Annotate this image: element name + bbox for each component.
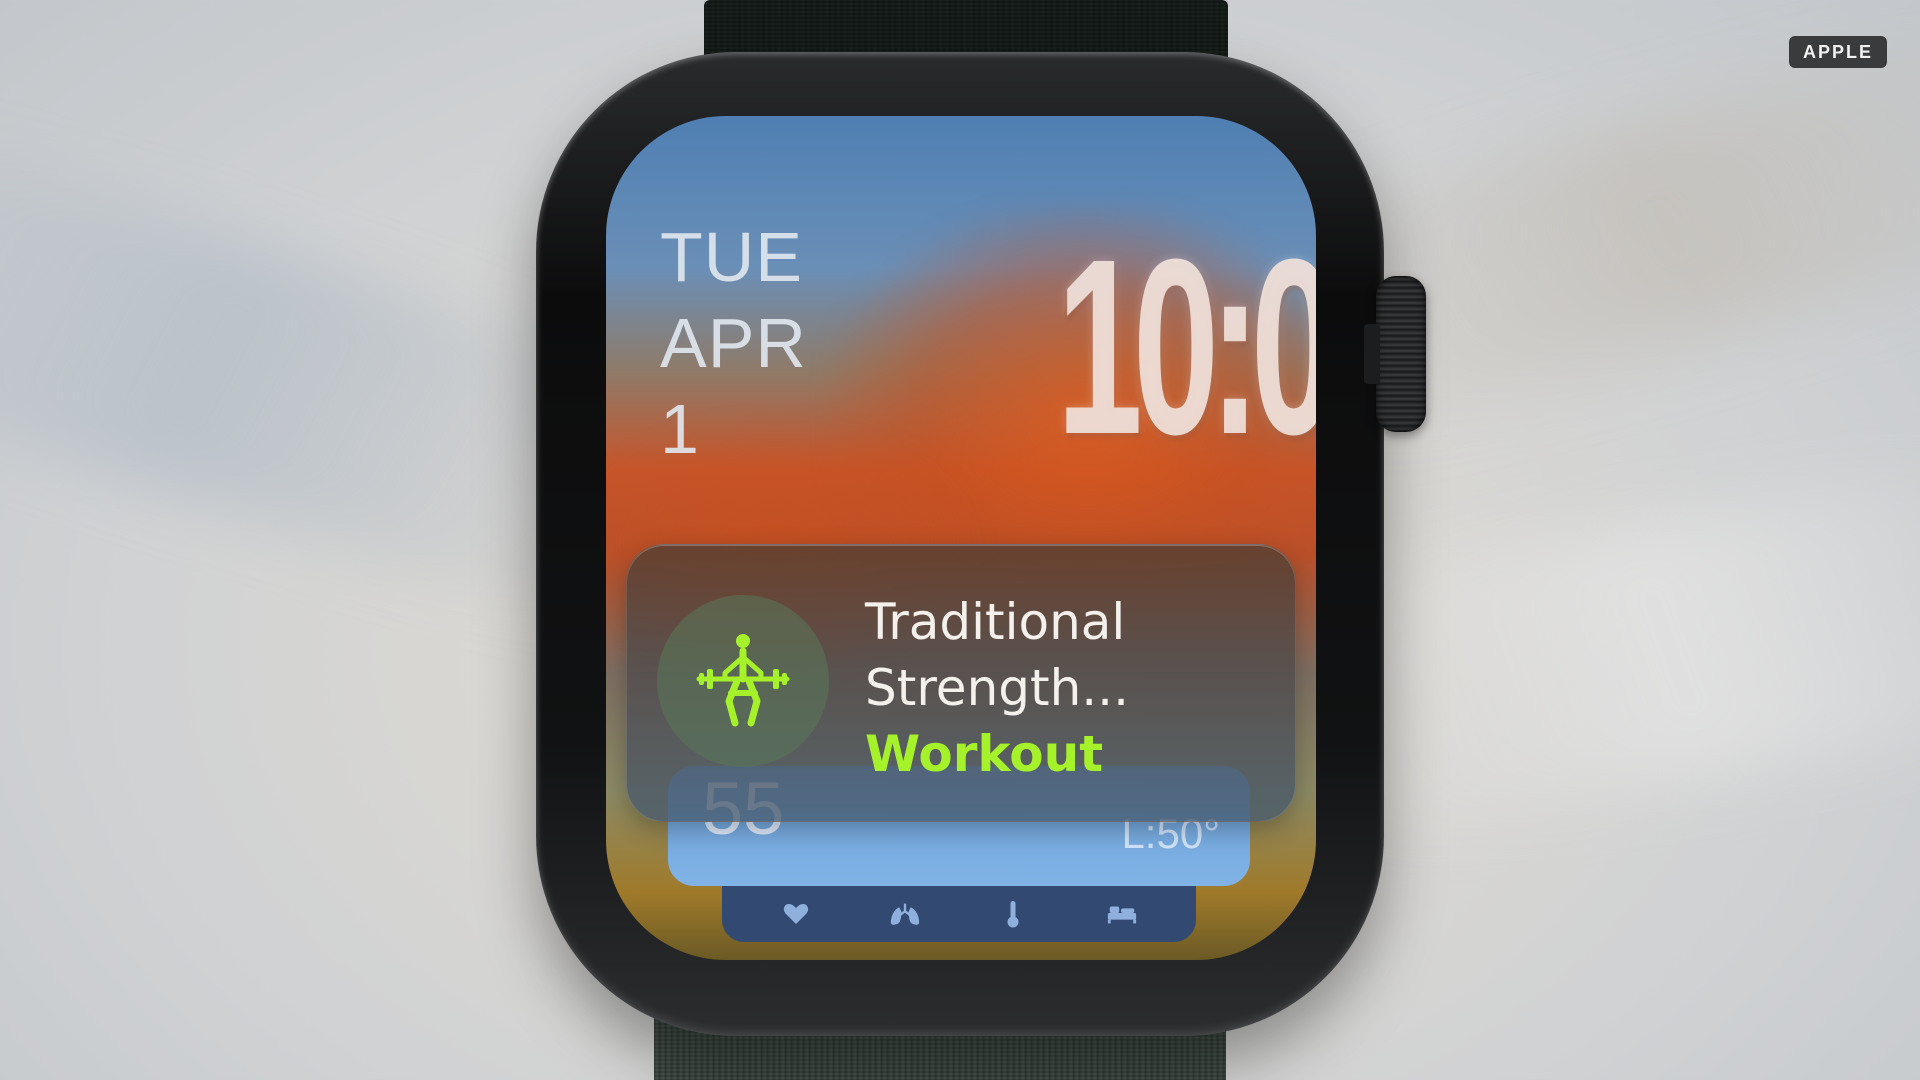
lungs-icon [889,898,921,930]
time-display: 10:09 [1056,207,1316,486]
workout-icon-circle [657,595,829,767]
thermometer-icon [997,898,1029,930]
background-blur [1302,461,1920,839]
watch-screen: TUE APR 1 10:09 55 L:50° [606,116,1316,960]
workout-subtitle: Workout [865,725,1104,783]
apple-badge: APPLE [1789,36,1887,68]
workout-title-line2: Strength... [865,659,1129,717]
heart-icon [780,898,812,930]
workout-title-line1: Traditional [865,593,1126,651]
day-label: 1 [660,390,700,468]
digital-crown[interactable] [1364,276,1426,432]
vitals-widget[interactable] [722,886,1196,942]
month-label: APR [660,304,807,382]
workout-widget[interactable]: Traditional Strength... Workout [626,544,1296,822]
date-complication[interactable]: TUE APR 1 [660,214,807,472]
workout-text: Traditional Strength... Workout [865,589,1129,787]
weightlifting-icon [696,634,790,727]
weekday-label: TUE [660,218,803,296]
bed-icon [1106,898,1138,930]
